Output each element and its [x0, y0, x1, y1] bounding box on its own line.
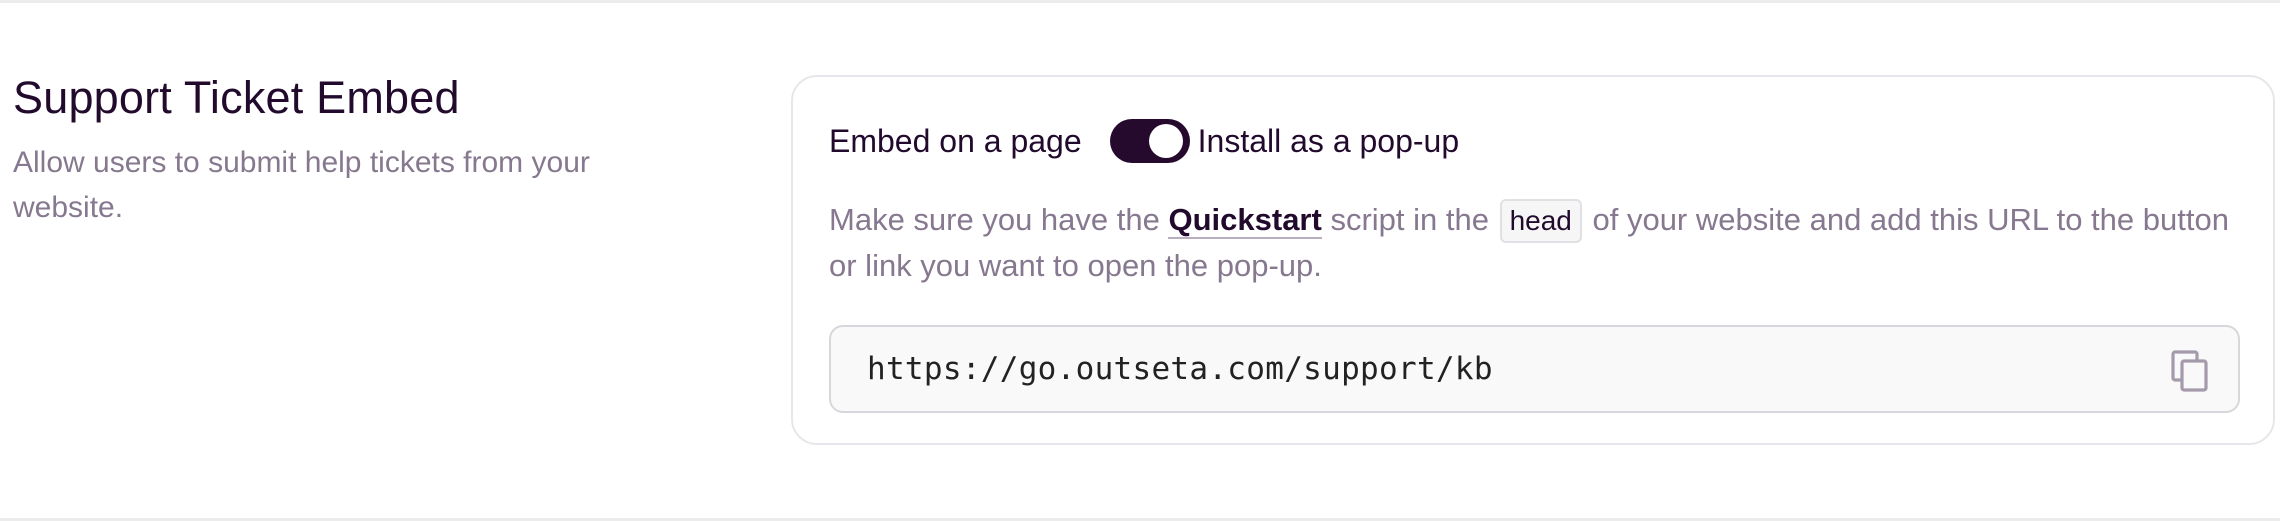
- section-description: Allow users to submit help tickets from …: [13, 146, 590, 224]
- popup-url-field[interactable]: https://go.outseta.com/support/kb: [829, 325, 2240, 413]
- top-divider: [0, 0, 2280, 3]
- section-header: Support Ticket Embed Allow users to subm…: [13, 70, 693, 230]
- copy-button[interactable]: [2166, 347, 2214, 395]
- embed-settings-card: Embed on a page Install as a pop-up Make…: [791, 75, 2275, 445]
- instructions-text-middle: script in the: [1321, 202, 1498, 237]
- quickstart-link[interactable]: Quickstart: [1168, 202, 1322, 239]
- install-popup-label[interactable]: Install as a pop-up: [1198, 119, 1460, 163]
- head-code-chip: head: [1499, 199, 1582, 243]
- embed-on-page-label[interactable]: Embed on a page: [829, 119, 1082, 163]
- section-title: Support Ticket Embed: [13, 72, 460, 123]
- copy-icon: [2171, 350, 2208, 392]
- embed-mode-toggle[interactable]: [1109, 119, 1190, 163]
- bottom-divider: [0, 518, 2280, 521]
- popup-url-value[interactable]: https://go.outseta.com/support/kb: [867, 351, 1493, 387]
- embed-mode-toggle-row: Embed on a page Install as a pop-up: [829, 113, 1459, 169]
- toggle-knob: [1148, 124, 1183, 158]
- popup-instructions: Make sure you have the Quickstart script…: [829, 197, 2249, 289]
- instructions-text-before: Make sure you have the: [829, 202, 1169, 237]
- support-ticket-embed-section: Support Ticket Embed Allow users to subm…: [0, 0, 2280, 522]
